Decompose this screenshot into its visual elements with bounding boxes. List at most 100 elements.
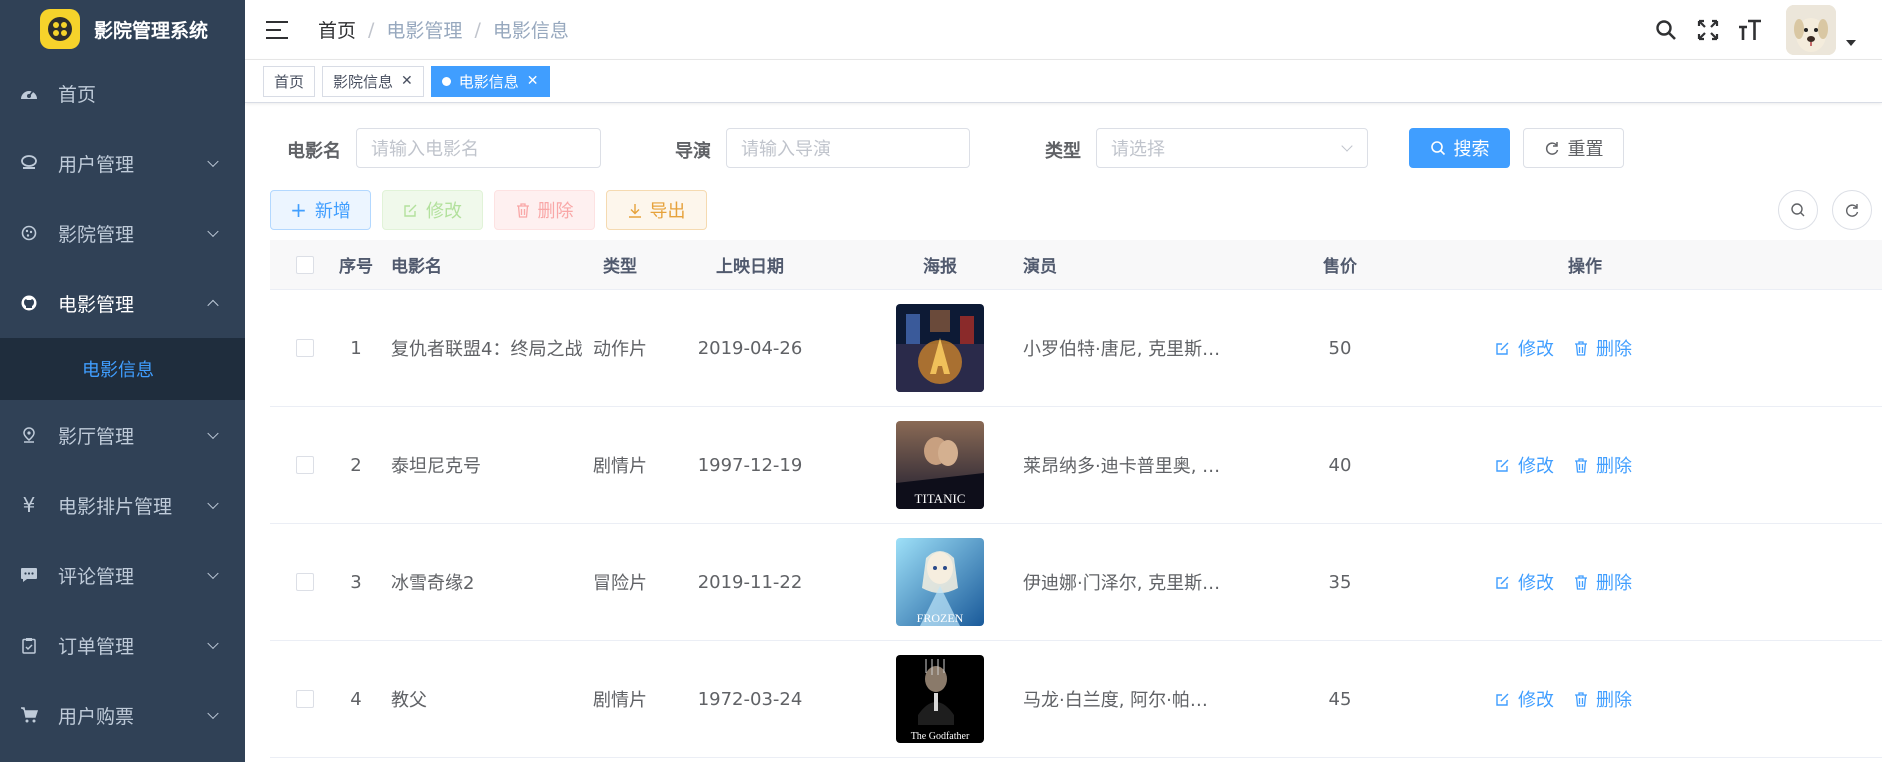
search-form: 电影名 请输入电影名 导演 请输入导演 类型 请选择 搜索 重置 — [245, 128, 1882, 168]
delete-button[interactable]: 删除 — [494, 190, 595, 230]
sidebar-item-cinema[interactable]: 影院管理 — [0, 198, 245, 268]
cinema-icon — [20, 224, 38, 242]
row-ops: 修改 删除 — [1495, 452, 1632, 478]
row-poster[interactable] — [870, 304, 1010, 392]
row-index: 2 — [350, 454, 362, 476]
tag-movie-info[interactable]: 电影信息 ✕ — [430, 65, 550, 97]
table-header: 序号 电影名 类型 上映日期 海报 演员 售价 操作 — [270, 240, 1882, 290]
chevron-up-icon — [207, 299, 219, 312]
chevron-down-icon — [1341, 140, 1353, 152]
row-price: 40 — [1328, 454, 1352, 476]
cart-icon — [20, 706, 38, 724]
sidebar-item-tickets[interactable]: 用户购票 — [0, 680, 245, 750]
poster-title: The Godfather — [911, 731, 970, 742]
header-date: 上映日期 — [716, 257, 784, 277]
hamburger-icon[interactable] — [266, 20, 288, 39]
close-icon[interactable]: ✕ — [401, 73, 413, 89]
header-price: 售价 — [1323, 257, 1357, 277]
fullscreen-icon[interactable] — [1696, 18, 1720, 42]
row-edit-label: 修改 — [1518, 573, 1554, 594]
app-logo[interactable]: 影院管理系统 — [0, 0, 245, 58]
sidebar-item-label: 评论管理 — [58, 565, 135, 588]
poster-image[interactable]: FROZEN — [896, 538, 984, 626]
add-label: 新增 — [314, 201, 351, 222]
navbar-right — [1654, 0, 1882, 60]
caret-down-icon[interactable] — [1846, 40, 1856, 46]
row-delete-button[interactable]: 删除 — [1574, 452, 1632, 478]
row-date: 1972-03-24 — [697, 688, 803, 710]
row-poster[interactable]: TITANIC — [870, 421, 1010, 509]
avatar[interactable] — [1786, 5, 1836, 55]
row-type: 冒险片 — [593, 573, 647, 594]
tag-cinema-info[interactable]: 影院信息 ✕ — [322, 65, 424, 97]
yuan-icon: ¥ — [22, 493, 36, 517]
chevron-down-icon — [207, 225, 219, 238]
header-type: 类型 — [603, 257, 637, 277]
sidebar-item-label: 首页 — [58, 83, 97, 106]
export-button[interactable]: 导出 — [606, 190, 707, 230]
breadcrumb-item[interactable]: 首页 — [318, 16, 356, 43]
row-actors: 伊迪娜·门泽尔, 克里斯汀·贝尔 — [1023, 573, 1223, 594]
movie-name-input[interactable]: 请输入电影名 — [356, 128, 601, 168]
toggle-search-button[interactable] — [1778, 190, 1818, 230]
user-icon — [20, 154, 38, 172]
row-date: 2019-11-22 — [697, 571, 803, 593]
row-poster[interactable]: The Godfather — [870, 655, 1010, 743]
search-icon[interactable] — [1654, 18, 1678, 42]
message-icon — [20, 566, 38, 584]
row-actors: 莱昂纳多·迪卡普里奥, 凯特·温斯莱特 — [1023, 456, 1223, 477]
sidebar-item-home[interactable]: 首页 — [0, 58, 245, 128]
row-checkbox[interactable] — [296, 573, 314, 591]
row-edit-button[interactable]: 修改 — [1495, 452, 1554, 478]
edit-button[interactable]: 修改 — [382, 190, 483, 230]
row-edit-button[interactable]: 修改 — [1495, 335, 1554, 361]
sidebar-item-label: 用户管理 — [58, 153, 135, 176]
search-button[interactable]: 搜索 — [1409, 128, 1510, 168]
close-icon[interactable]: ✕ — [527, 73, 539, 89]
breadcrumb-separator: / — [474, 18, 481, 41]
row-poster[interactable]: FROZEN — [870, 538, 1010, 626]
reset-button-label: 重置 — [1567, 139, 1604, 160]
row-edit-button[interactable]: 修改 — [1495, 686, 1554, 712]
header-actors: 演员 — [1023, 257, 1057, 277]
row-delete-button[interactable]: 删除 — [1574, 569, 1632, 595]
poster-image[interactable]: The Godfather — [896, 655, 984, 743]
sidebar-item-comments[interactable]: 评论管理 — [0, 540, 245, 610]
sidebar-item-users[interactable]: 用户管理 — [0, 128, 245, 198]
sidebar-item-halls[interactable]: 影厅管理 — [0, 400, 245, 470]
row-ops: 修改 删除 — [1495, 335, 1632, 361]
row-price: 50 — [1328, 337, 1352, 359]
refresh-button[interactable] — [1832, 190, 1872, 230]
sidebar-item-label: 订单管理 — [58, 635, 135, 658]
director-input[interactable]: 请输入导演 — [726, 128, 970, 168]
sidebar-subitem-movie-info[interactable]: 电影信息 — [0, 338, 245, 400]
table-row: 3 冰雪奇缘2 冒险片 2019-11-22 FROZEN 伊迪娜·门泽尔, 克… — [270, 524, 1882, 641]
row-delete-button[interactable]: 删除 — [1574, 686, 1632, 712]
sidebar-item-label: 电影管理 — [58, 293, 135, 316]
edit-icon — [1496, 459, 1509, 472]
type-select[interactable]: 请选择 — [1096, 128, 1368, 168]
row-edit-button[interactable]: 修改 — [1495, 569, 1554, 595]
row-checkbox[interactable] — [296, 339, 314, 357]
tag-home[interactable]: 首页 — [263, 65, 316, 97]
sidebar-item-schedule[interactable]: ¥ 电影排片管理 — [0, 470, 245, 540]
row-type: 剧情片 — [593, 690, 647, 711]
row-checkbox[interactable] — [296, 456, 314, 474]
poster-image[interactable]: TITANIC — [896, 421, 984, 509]
dashboard-icon — [20, 84, 38, 102]
type-label: 类型 — [1045, 141, 1081, 162]
edit-icon — [404, 204, 417, 217]
sidebar-item-orders[interactable]: 订单管理 — [0, 610, 245, 680]
poster-image[interactable] — [896, 304, 984, 392]
movie-table: 序号 电影名 类型 上映日期 海报 演员 售价 操作 1 复仇者联盟4：终局之战… — [270, 240, 1882, 758]
row-delete-button[interactable]: 删除 — [1574, 335, 1632, 361]
row-checkbox[interactable] — [296, 690, 314, 708]
select-all-checkbox[interactable] — [296, 255, 314, 274]
row-delete-label: 删除 — [1596, 573, 1632, 594]
font-size-icon[interactable] — [1738, 18, 1762, 42]
trash-icon — [516, 202, 529, 218]
location-icon — [20, 426, 38, 444]
add-button[interactable]: + 新增 — [270, 190, 371, 230]
sidebar-item-movies[interactable]: 电影管理 — [0, 268, 245, 338]
reset-button[interactable]: 重置 — [1523, 128, 1624, 168]
